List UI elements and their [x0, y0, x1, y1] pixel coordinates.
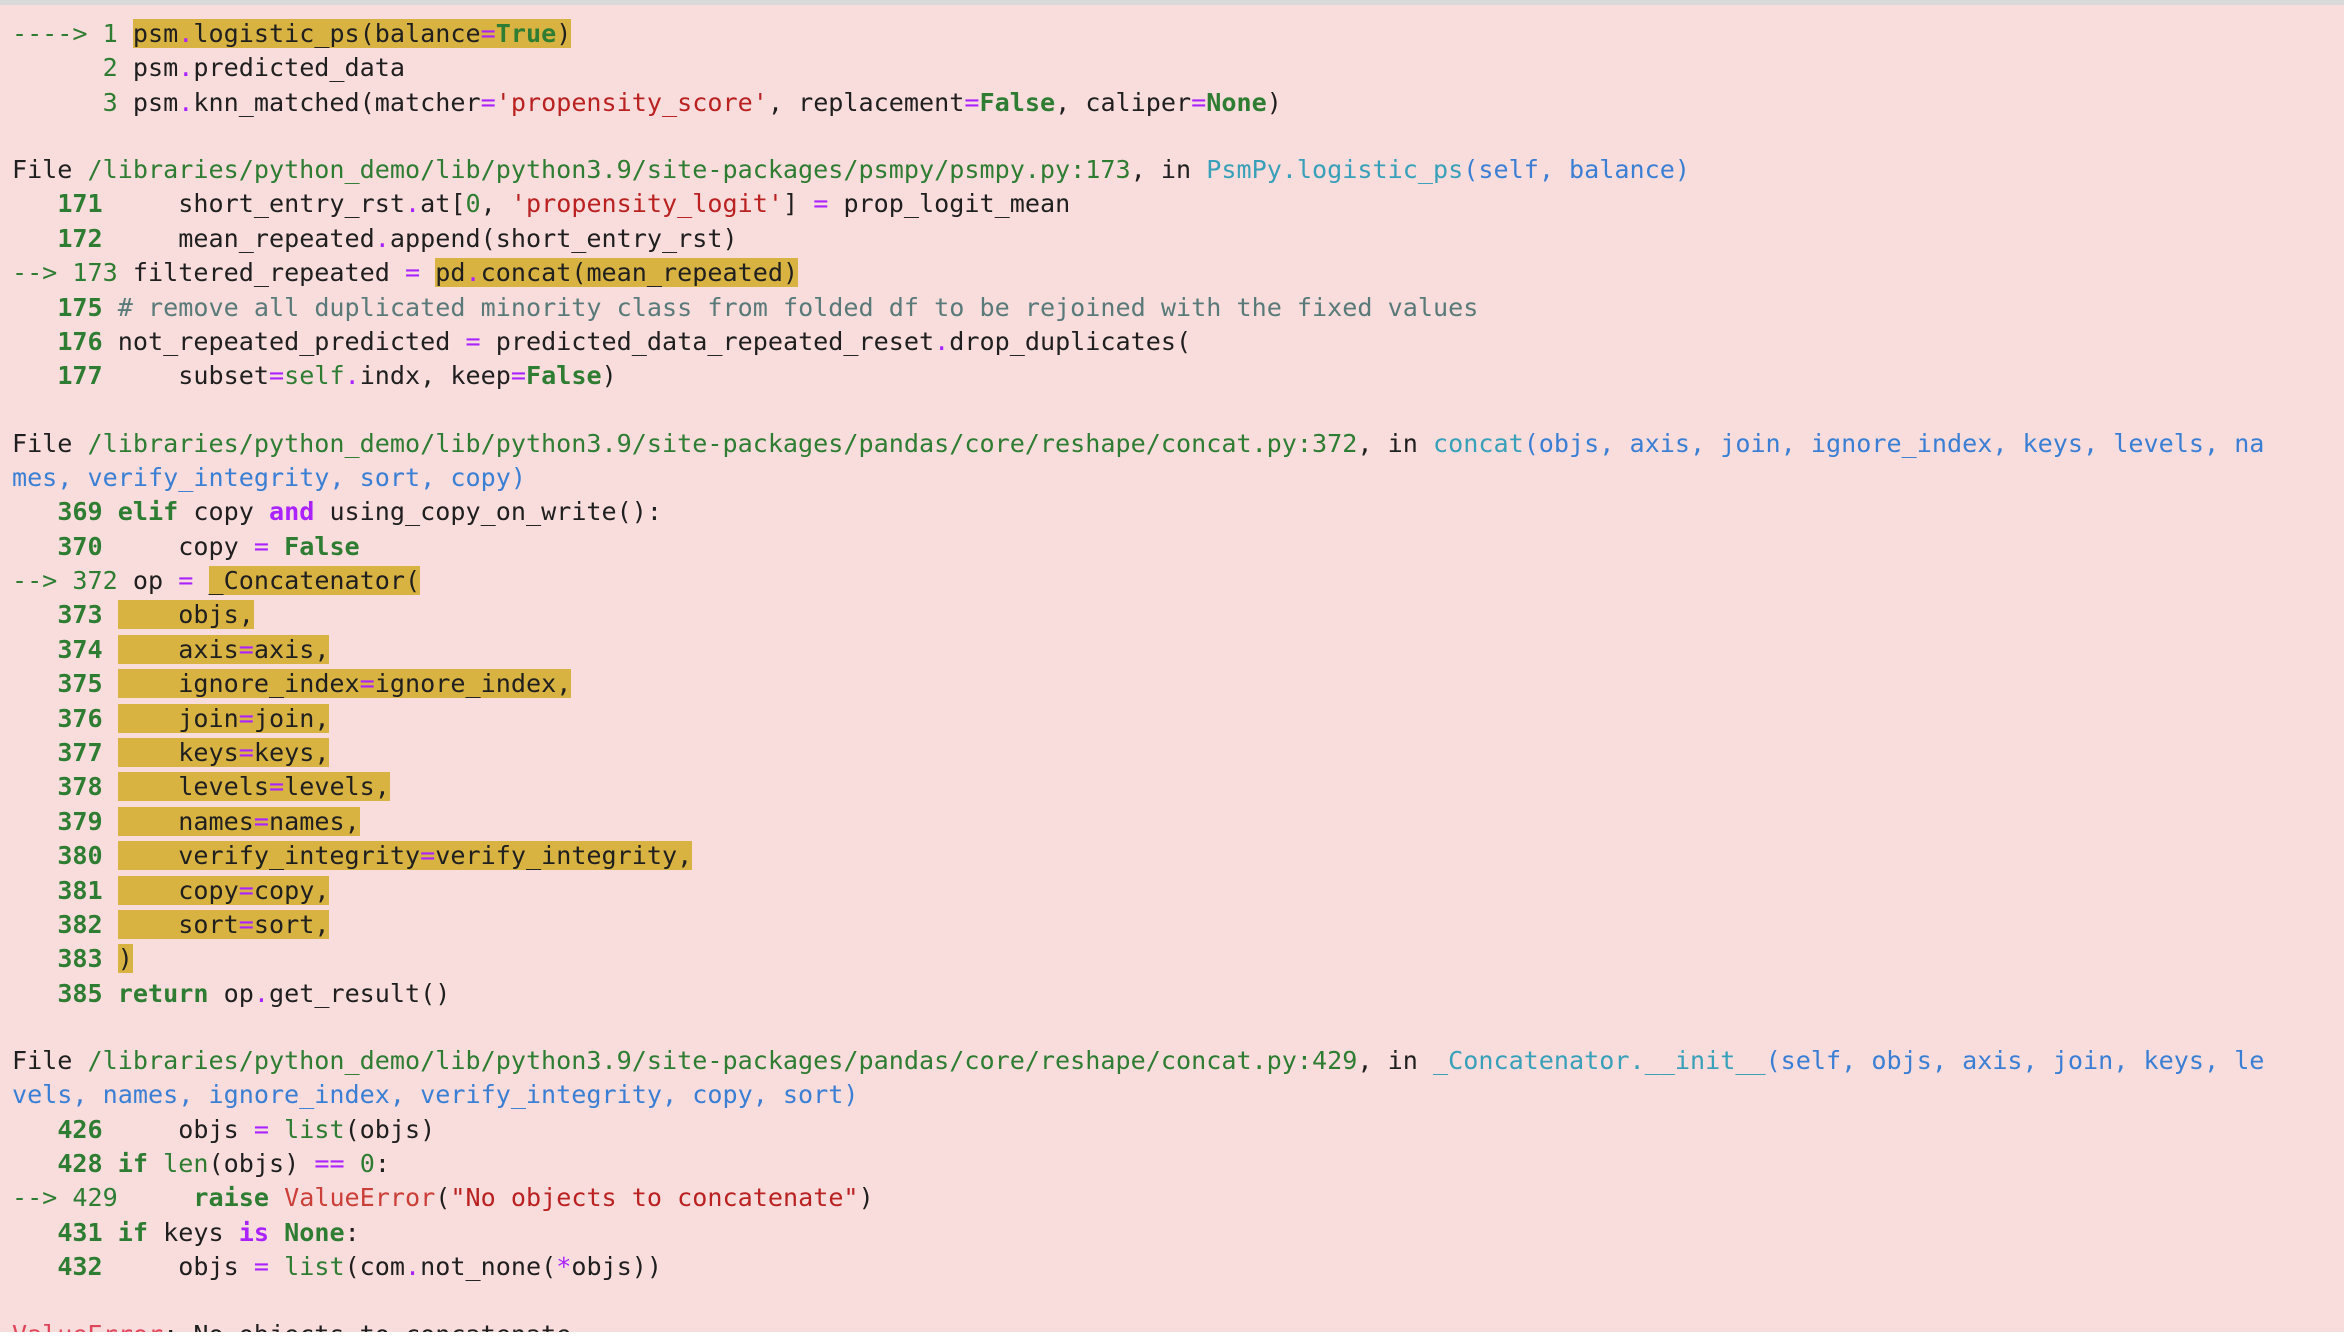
traceback-line: ----> 1 psm.logistic_ps(balance=True) — [11, 17, 572, 51]
traceback-line: 381 copy=copy, — [57, 875, 330, 905]
traceback-line: 171 short_entry_rst.at[0, 'propensity_lo… — [57, 189, 1071, 219]
traceback-line: 377 keys=keys, — [57, 738, 330, 767]
traceback-line: 431 if keys is None: — [57, 1217, 360, 1247]
traceback-line: 380 verify_integrity=verify_integrity, — [57, 841, 693, 871]
function-signature: (self, balance) — [1463, 154, 1690, 184]
function-signature: (self, objs, axis, join, keys, le — [1765, 1045, 2265, 1075]
frame-header: File /libraries/python_demo/lib/python3.… — [11, 154, 1690, 184]
traceback-line: 369 elif copy and using_copy_on_write(): — [57, 497, 663, 527]
traceback-line: 379 names=names, — [57, 806, 360, 836]
traceback-line: 176 not_repeated_predicted = predicted_d… — [57, 326, 1192, 356]
function-name: _Concatenator.__init__ — [1432, 1045, 1766, 1075]
traceback-line: 2 psm.predicted_data — [102, 53, 406, 83]
traceback-line: 382 sort=sort, — [57, 909, 330, 939]
traceback-line: 428 if len(objs) == 0: — [57, 1149, 390, 1179]
traceback-line: 432 objs = list(com.not_none(*objs)) — [57, 1252, 663, 1282]
frame-header-continuation: vels, names, ignore_index, verify_integr… — [11, 1080, 859, 1110]
highlighted-call: psm.logistic_ps(balance=True) — [132, 18, 572, 48]
traceback-line: --> 173 filtered_repeated = pd.concat(me… — [11, 258, 799, 288]
traceback-line: --> 429 raise ValueError("No objects to … — [11, 1183, 874, 1213]
traceback-line: 385 return op.get_result() — [57, 978, 451, 1008]
traceback-line: 376 join=join, — [57, 703, 330, 733]
traceback-line: 370 copy = False — [57, 531, 360, 561]
traceback-line: 172 mean_repeated.append(short_entry_rst… — [57, 223, 738, 253]
frame-header-continuation: mes, verify_integrity, sort, copy) — [11, 462, 526, 492]
traceback-line: 177 subset=self.indx, keep=False) — [57, 361, 617, 391]
traceback-line: 3 psm.knn_matched(matcher='propensity_sc… — [102, 87, 1282, 117]
frame-header: File /libraries/python_demo/lib/python3.… — [11, 428, 2265, 458]
file-path-link[interactable]: /libraries/python_demo/lib/python3.9/sit… — [88, 155, 1131, 184]
function-name: concat — [1432, 428, 1524, 458]
frame-header: File /libraries/python_demo/lib/python3.… — [11, 1045, 2265, 1075]
file-path-link[interactable]: /libraries/python_demo/lib/python3.9/sit… — [88, 429, 1358, 458]
error-traceback-output: ----> 1 psm.logistic_ps(balance=True) 2 … — [0, 5, 2344, 1332]
current-line-arrow: ----> 1 — [11, 18, 118, 48]
function-name: PsmPy.logistic_ps — [1206, 154, 1464, 184]
traceback-line: 175 # remove all duplicated minority cla… — [57, 292, 1479, 322]
error-type: ValueError — [12, 1320, 163, 1332]
traceback-line: 383 ) — [57, 944, 133, 974]
function-signature: (objs, axis, join, ignore_index, keys, l… — [1523, 428, 2265, 458]
traceback-line: 378 levels=levels, — [57, 772, 390, 802]
traceback-line: 426 objs = list(objs) — [57, 1114, 436, 1144]
traceback-line: --> 372 op = _Concatenator( — [11, 566, 421, 596]
traceback-line: 373 objs, — [57, 600, 254, 630]
traceback-line: 374 axis=axis, — [57, 634, 330, 664]
file-path-link[interactable]: /libraries/python_demo/lib/python3.9/sit… — [88, 1046, 1358, 1075]
error-text: : No objects to concatenate — [163, 1320, 571, 1332]
traceback-line: 375 ignore_index=ignore_index, — [57, 669, 572, 699]
error-message: ValueError: No objects to concatenate — [12, 1318, 571, 1332]
